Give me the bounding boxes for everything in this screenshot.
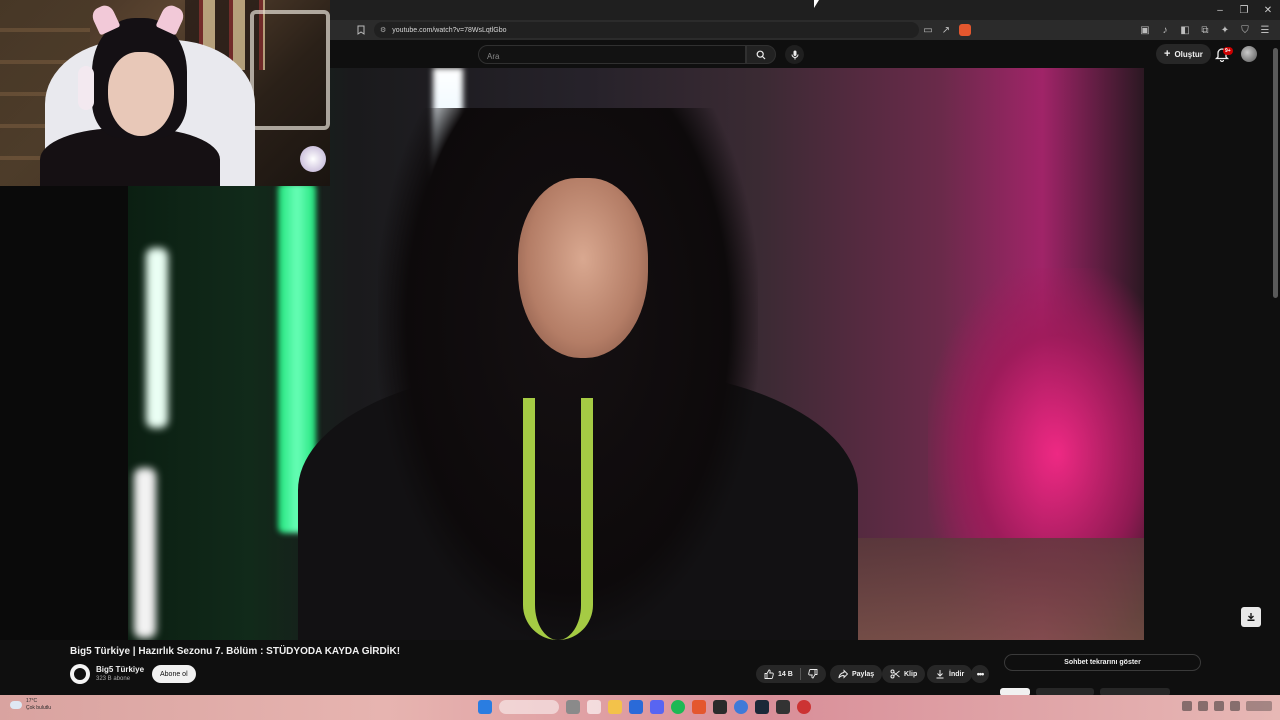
create-label: Oluştur: [1174, 49, 1203, 59]
start-icon[interactable]: [478, 700, 492, 714]
subscribe-button[interactable]: Abone ol: [152, 665, 196, 683]
webcam-lamp: [300, 146, 326, 172]
webcam-streamer-face: [108, 52, 174, 136]
video-title: Big5 Türkiye | Hazırlık Sezonu 7. Bölüm …: [70, 646, 401, 657]
bookmark-icon[interactable]: [352, 21, 370, 39]
volume-icon[interactable]: [1214, 701, 1224, 711]
plus-icon: +: [1164, 48, 1171, 60]
browser-toolbar-icons: ▣ ♪ ◧ ⧉ ✦ ⛉ ☰: [1136, 21, 1280, 39]
share-button[interactable]: Paylaş: [830, 665, 883, 683]
file-explorer-icon[interactable]: [608, 700, 622, 714]
brave-shields-icon[interactable]: [959, 24, 971, 36]
taskbar-apps: [478, 700, 811, 714]
weather-temperature: 17°C: [26, 698, 38, 704]
spotify-icon[interactable]: [671, 700, 685, 714]
battery-icon[interactable]: [1230, 701, 1240, 711]
terminal-icon[interactable]: [776, 700, 790, 714]
download-icon: [1247, 613, 1255, 621]
channel-logo-icon: [74, 668, 86, 680]
search-box: [478, 45, 746, 65]
voice-search-button[interactable]: [785, 45, 804, 64]
sidebar-icon[interactable]: ◧: [1176, 21, 1194, 39]
browser-titlebar: – ❐ ✕: [330, 0, 1280, 20]
clock[interactable]: [1246, 701, 1272, 711]
video-lanyard: [523, 398, 593, 640]
video-neon-light-white: [146, 248, 168, 428]
webcam-bed-frame: [250, 10, 330, 130]
install-app-icon[interactable]: ▭: [919, 21, 937, 39]
discord-icon[interactable]: [650, 700, 664, 714]
share-icon: [838, 669, 848, 679]
account-avatar[interactable]: [1241, 46, 1257, 62]
brave-icon[interactable]: [692, 700, 706, 714]
edge-icon[interactable]: [629, 700, 643, 714]
weather-text: 17°C Çok bulutlu: [26, 698, 51, 712]
taskbar-search-icon[interactable]: [499, 700, 559, 714]
like-divider: [799, 668, 801, 680]
url-text: youtube.com/watch?v=78WsLqtlGbo: [392, 26, 507, 34]
save-to-playlist-button[interactable]: [1241, 607, 1261, 627]
download-label: İndir: [949, 670, 965, 678]
search-icon: [756, 50, 766, 59]
page-scrollbar[interactable]: [1271, 40, 1280, 695]
webcam-overlay: [0, 0, 330, 186]
tabs-icon[interactable]: ⧉: [1196, 21, 1214, 39]
search-button[interactable]: [746, 45, 776, 64]
notification-badge: 9+: [1223, 47, 1233, 55]
task-view-icon[interactable]: [566, 700, 580, 714]
weather-widget[interactable]: 17°C Çok bulutlu: [10, 698, 51, 712]
show-chat-replay-button[interactable]: Sohbet tekrarını göster: [1004, 654, 1201, 671]
menu-icon[interactable]: ☰: [1256, 21, 1274, 39]
app-icon[interactable]: [734, 700, 748, 714]
share-page-icon[interactable]: ↗: [937, 21, 955, 39]
cloud-icon: [10, 701, 22, 709]
minimize-icon[interactable]: –: [1208, 0, 1232, 20]
microphone-icon: [791, 50, 798, 59]
search-input[interactable]: [479, 48, 745, 65]
video-person-face: [518, 178, 648, 358]
widgets-icon[interactable]: [587, 700, 601, 714]
wallet-icon[interactable]: ▣: [1136, 21, 1154, 39]
steam-icon[interactable]: [755, 700, 769, 714]
url-field[interactable]: ⚙ youtube.com/watch?v=78WsLqtlGbo: [374, 22, 919, 38]
clip-label: Klip: [904, 670, 918, 678]
scissors-icon: [890, 669, 900, 679]
scrollbar-thumb[interactable]: [1273, 48, 1278, 298]
music-icon[interactable]: ♪: [1156, 21, 1174, 39]
more-actions-button[interactable]: •••: [971, 665, 989, 683]
close-icon[interactable]: ✕: [1256, 0, 1280, 20]
like-count[interactable]: 14 B: [778, 671, 793, 678]
more-dots-icon: •••: [976, 669, 985, 679]
site-info-icon[interactable]: ⚙: [380, 26, 386, 34]
channel-subscriber-count: 323 B abone: [96, 676, 131, 682]
video-neon-light-white-lower: [134, 468, 156, 638]
obs-icon[interactable]: [713, 700, 727, 714]
download-button[interactable]: İndir: [927, 665, 973, 683]
window-controls: – ❐ ✕: [1208, 0, 1280, 20]
shield-icon[interactable]: ⛉: [1236, 21, 1254, 39]
restore-icon[interactable]: ❐: [1232, 0, 1256, 20]
weather-description: Çok bulutlu: [26, 705, 52, 711]
windows-taskbar: 17°C Çok bulutlu: [0, 695, 1280, 720]
tray-chevron-icon[interactable]: [1182, 701, 1192, 711]
thumbs-up-icon[interactable]: [764, 669, 774, 679]
channel-avatar[interactable]: [70, 664, 90, 684]
extensions-icon[interactable]: ✦: [1216, 21, 1234, 39]
wifi-icon[interactable]: [1198, 701, 1208, 711]
create-button[interactable]: + Oluştur: [1156, 44, 1211, 64]
media-app-icon[interactable]: [797, 700, 811, 714]
webcam-headphone: [78, 66, 94, 110]
system-tray: [1182, 701, 1272, 711]
clip-button[interactable]: Klip: [882, 665, 926, 683]
share-label: Paylaş: [852, 670, 875, 678]
address-bar: ⚙ youtube.com/watch?v=78WsLqtlGbo ▭ ↗ ▣ …: [330, 20, 1280, 40]
screen: – ❐ ✕ ⚙ youtube.com/watch?v=78WsLqtlGbo …: [0, 0, 1280, 720]
like-dislike-group: 14 B: [756, 665, 826, 683]
mouse-cursor: [814, 0, 819, 8]
thumbs-down-icon[interactable]: [808, 669, 818, 679]
download-icon: [936, 670, 944, 679]
youtube-header: + Oluştur 9+: [330, 40, 1280, 68]
channel-name[interactable]: Big5 Türkiye: [96, 665, 144, 674]
